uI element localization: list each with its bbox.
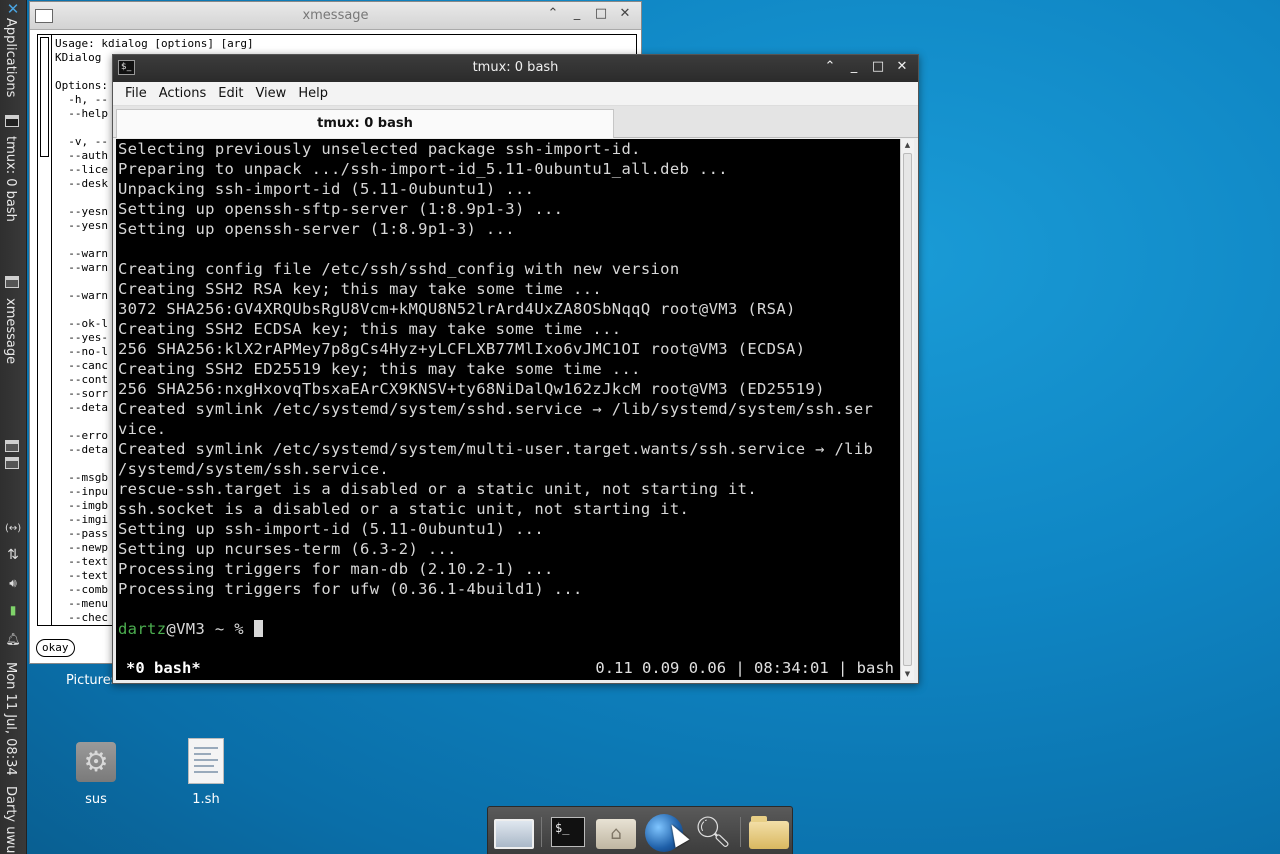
menu-help[interactable]: Help	[292, 86, 334, 101]
window-title: tmux: 0 bash	[472, 60, 559, 75]
desktop-icon-label: sus	[85, 792, 107, 807]
terminal-line: Setting up openssh-server (1:8.9p1-3) ..…	[118, 220, 515, 238]
terminal-titlebar[interactable]: $_ tmux: 0 bash ⌃ _ □ ✕	[113, 55, 918, 82]
maximize-icon[interactable]: □	[870, 59, 886, 75]
search-icon[interactable]: 🔍︎	[693, 814, 733, 852]
network-icon[interactable]: (↔)	[5, 522, 21, 536]
terminal-line: Creating config file /etc/ssh/sshd_confi…	[118, 260, 680, 278]
folder-icon[interactable]	[749, 816, 789, 849]
desktop-icon-1sh[interactable]: 1.sh	[183, 738, 229, 807]
gear-icon: ⚙	[76, 742, 116, 782]
terminal-line: 256 SHA256:nxgHxovqTbsxaEArCX9KNSV+ty68N…	[118, 380, 825, 398]
terminal-line: Creating SSH2 ECDSA key; this may take s…	[118, 320, 622, 338]
tab-bar: tmux: 0 bash	[113, 106, 918, 138]
scrollbar-thumb[interactable]	[40, 37, 49, 157]
menu-edit[interactable]: Edit	[212, 86, 249, 101]
script-file-icon	[188, 738, 224, 784]
menubar: File Actions Edit View Help	[113, 82, 918, 106]
menu-view[interactable]: View	[249, 86, 292, 101]
terminal-line: Preparing to unpack .../ssh-import-id_5.…	[118, 160, 728, 178]
terminal-task-icon	[5, 115, 19, 127]
panel-user[interactable]: Darty uwu	[3, 786, 18, 853]
workspace-2-icon[interactable]	[5, 457, 19, 469]
terminal-line: 256 SHA256:klX2rAPMey7p8gCs4Hyz+yLCFLXB7…	[118, 340, 806, 358]
terminal-line: ssh.socket is a disabled or a static uni…	[118, 500, 690, 518]
terminal-line: Unpacking ssh-import-id (5.11-0ubuntu1) …	[118, 180, 535, 198]
desktop-icon-pictures[interactable]: Pictures	[66, 673, 117, 688]
tab-tmux[interactable]: tmux: 0 bash	[116, 109, 614, 138]
menu-actions[interactable]: Actions	[153, 86, 213, 101]
maximize-icon[interactable]: □	[593, 6, 609, 22]
terminal-line: Creating SSH2 ED25519 key; this may take…	[118, 360, 641, 378]
task-tmux[interactable]: tmux: 0 bash	[3, 136, 18, 222]
text-cursor	[253, 620, 263, 637]
terminal-line: /systemd/system/ssh.service.	[118, 460, 390, 478]
terminal-window: $_ tmux: 0 bash ⌃ _ □ ✕ File Actions Edi…	[112, 54, 919, 684]
scroll-down-icon[interactable]: ▼	[901, 668, 914, 680]
xmessage-task-icon	[5, 276, 19, 288]
desktop-icon-label: 1.sh	[192, 792, 220, 807]
terminal-line: Processing triggers for ufw (0.36.1-4bui…	[118, 580, 583, 598]
prompt-line: dartz@VM3 ~ %	[116, 619, 900, 639]
terminal-line: Created symlink /etc/systemd/system/mult…	[118, 440, 874, 458]
menu-file[interactable]: File	[119, 86, 153, 101]
xmessage-titlebar[interactable]: xmessage ⌃ _ □ ✕	[30, 2, 641, 30]
left-panel: ✕ Applications tmux: 0 bash xmessage (↔)…	[0, 0, 27, 854]
terminal-line: Setting up openssh-sftp-server (1:8.9p1-…	[118, 200, 564, 218]
xmessage-scrollbar[interactable]	[38, 35, 52, 625]
terminal-line: Setting up ssh-import-id (5.11-0ubuntu1)…	[118, 520, 544, 538]
terminal-line: Processing triggers for man-db (2.10.2-1…	[118, 560, 554, 578]
terminal-line: rescue-ssh.target is a disabled or a sta…	[118, 480, 757, 498]
terminal-line: Creating SSH2 RSA key; this may take som…	[118, 280, 603, 298]
terminal-screen[interactable]: Selecting previously unselected package …	[116, 139, 900, 680]
close-icon[interactable]: ✕	[894, 59, 910, 75]
scroll-up-icon[interactable]: ▲	[901, 139, 914, 151]
panel-clock[interactable]: Mon 11 Jul, 08:34	[3, 662, 18, 776]
tmux-status-right: 0.11 0.09 0.06 | 08:34:01 | bash	[595, 659, 894, 677]
desktop-icon-sus[interactable]: ⚙ sus	[72, 742, 120, 807]
minimize-icon[interactable]: _	[569, 6, 585, 22]
task-xmessage[interactable]: xmessage	[3, 298, 18, 364]
workspace-1-icon[interactable]	[5, 440, 19, 452]
notification-bell-icon[interactable]: 🔔︎	[5, 632, 21, 646]
dock: $_ ⌂ 🔍︎	[487, 806, 793, 854]
volume-icon[interactable]: 🔊︎	[5, 576, 21, 590]
terminal-line: 3072 SHA256:GV4XRQUbsRgU8Vcm+kMQU8N52lrA…	[118, 300, 796, 318]
prompt-host: @VM3 ~ %	[166, 620, 254, 638]
terminal-line: vice.	[118, 420, 167, 438]
terminal-scrollbar[interactable]: ▲ ▼	[900, 139, 914, 680]
show-desktop-icon[interactable]	[494, 819, 534, 849]
tmux-window-name[interactable]: *0 bash*	[126, 656, 201, 680]
desktop-icon-label: Pictures	[66, 673, 118, 688]
maximize-vertical-icon[interactable]: ⌃	[822, 59, 838, 75]
xfce-menu-icon[interactable]: ✕	[5, 2, 21, 17]
terminal-line: Selecting previously unselected package …	[118, 140, 641, 158]
applications-menu[interactable]: Applications	[3, 18, 18, 97]
tmux-status-bar: *0 bash* 0.11 0.09 0.06 | 08:34:01 | bas…	[116, 656, 900, 680]
terminal-output: Selecting previously unselected package …	[116, 139, 900, 619]
updown-arrows-icon[interactable]: ⇅	[5, 548, 21, 562]
terminal-icon[interactable]: $_	[551, 817, 585, 847]
okay-button[interactable]: okay	[36, 639, 75, 657]
scrollbar-thumb[interactable]	[903, 153, 912, 666]
home-folder-icon[interactable]: ⌂	[596, 819, 636, 849]
close-icon[interactable]: ✕	[617, 6, 633, 22]
terminal-line: Setting up ncurses-term (6.3-2) ...	[118, 540, 457, 558]
terminal-line: Created symlink /etc/systemd/system/sshd…	[118, 400, 874, 418]
prompt-user: dartz	[118, 620, 167, 638]
minimize-icon[interactable]: _	[846, 59, 862, 75]
battery-icon[interactable]: ▮	[5, 603, 21, 617]
maximize-vertical-icon[interactable]: ⌃	[545, 6, 561, 22]
